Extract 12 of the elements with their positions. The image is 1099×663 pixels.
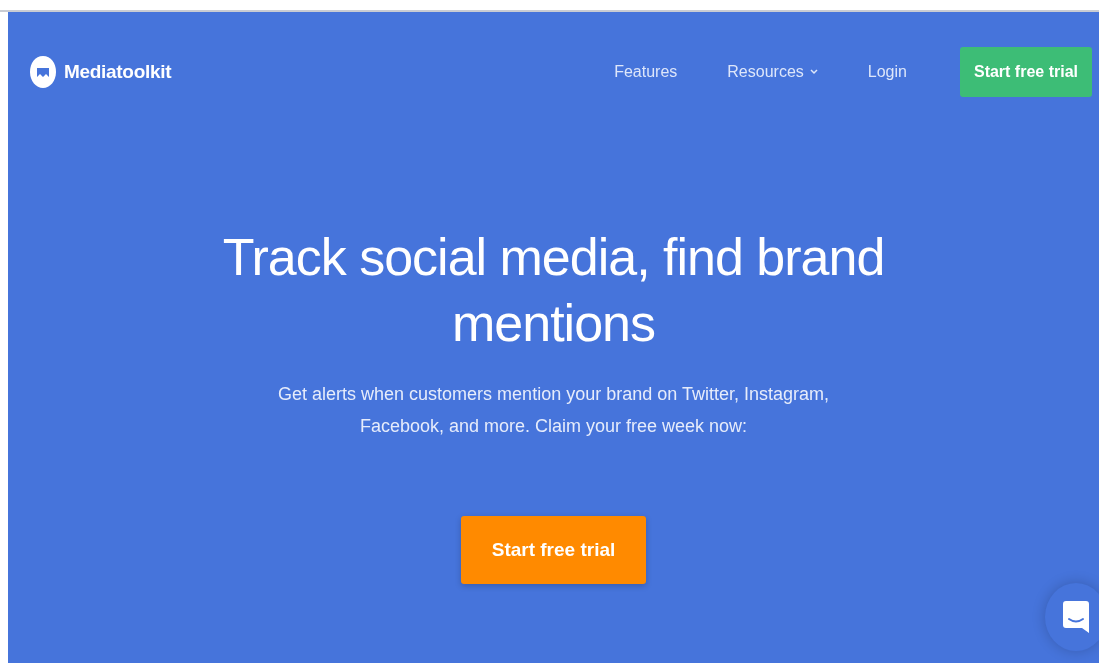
chat-icon [1063, 601, 1089, 633]
nav-link[interactable]: Features [614, 63, 678, 81]
hero-subtitle: Get alerts when customers mention your brand on Twitter, Instagram, Facebook, and more. Claim your free week now: [277, 383, 830, 438]
start-trial-button[interactable]: Start free trial [959, 47, 1092, 97]
chevron-down-icon [809, 69, 818, 75]
logo-icon [30, 56, 56, 88]
nav-dropdown[interactable]: Resources [727, 63, 818, 81]
chat-button[interactable] [1045, 583, 1099, 651]
logo-text: Mediatoolkit [64, 61, 172, 83]
hero-title: Track social media, find brand mentions [221, 227, 886, 354]
start-trial-button[interactable]: Start free trial [461, 516, 646, 584]
nav-link[interactable]: Login [867, 63, 907, 81]
